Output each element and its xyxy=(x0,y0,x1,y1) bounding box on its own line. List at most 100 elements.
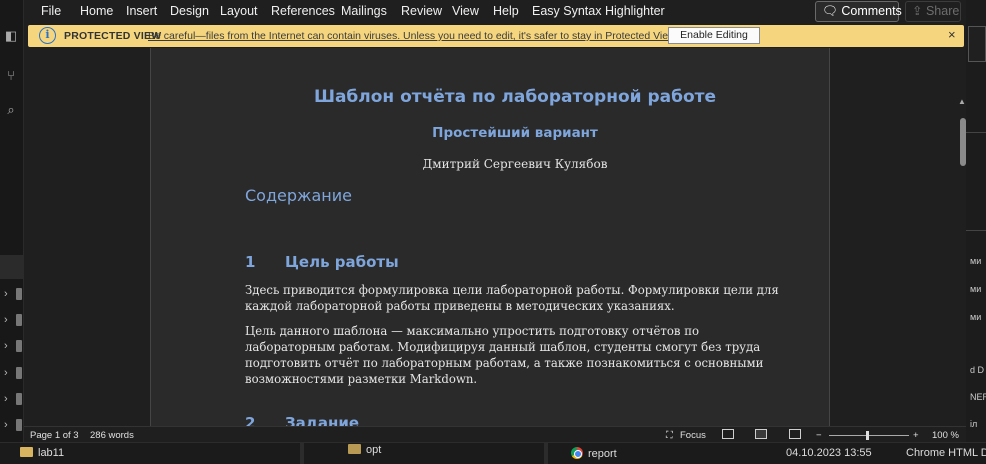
document-subtitle: Простейший вариант xyxy=(432,125,598,141)
list-item[interactable]: ми xyxy=(970,256,981,266)
folder-label: lab11 xyxy=(38,447,65,459)
focus-icon[interactable]: ⛶ xyxy=(666,430,673,441)
menu-mailings[interactable]: Mailings xyxy=(341,4,387,18)
zoom-level[interactable]: 100 % xyxy=(932,430,959,441)
toc-heading: Содержание xyxy=(245,186,352,205)
paragraph: Здесь приводится формулировка цели лабор… xyxy=(245,282,785,314)
share-button[interactable]: ⇪ Share xyxy=(905,1,961,22)
divider xyxy=(300,443,304,464)
file-type: Chrome HTML Do xyxy=(906,447,986,459)
file-date: 04.10.2023 13:55 xyxy=(786,447,872,459)
comments-label: Comments xyxy=(841,4,902,18)
folder-item[interactable]: opt xyxy=(348,444,381,456)
section-heading: 1 Цель работы xyxy=(245,253,399,271)
folder-item[interactable]: lab11 xyxy=(20,447,64,459)
info-icon: i xyxy=(39,27,56,44)
list-item[interactable]: іл xyxy=(970,419,977,429)
background-taskbar: lab11 opt report 04.10.2023 13:55 Chrome… xyxy=(0,442,986,464)
folder-label: opt xyxy=(366,444,382,456)
vertical-scrollbar[interactable]: ▲ ▼ xyxy=(958,96,966,426)
divider xyxy=(544,443,548,464)
print-layout-icon[interactable] xyxy=(755,429,767,439)
list-item[interactable]: ми xyxy=(970,284,981,294)
chevron-right-icon[interactable]: › xyxy=(4,314,8,326)
paragraph-line: подготовить отчёт по лабораторным работа… xyxy=(245,356,764,370)
close-icon[interactable]: × xyxy=(948,28,956,42)
zoom-slider[interactable] xyxy=(829,435,909,436)
menu-help[interactable]: Help xyxy=(493,4,519,18)
comment-icon: 🗨 xyxy=(822,4,838,18)
folder-icon xyxy=(20,447,33,457)
document-area[interactable]: Шаблон отчёта по лабораторной работе Про… xyxy=(24,48,966,426)
status-bar: Page 1 of 3 286 words ⛶ Focus − + 100 % xyxy=(24,426,966,442)
paragraph: Цель данного шаблона — максимально упрос… xyxy=(245,323,785,387)
section-title: Задание xyxy=(285,414,360,426)
sidebar-toggle-icon[interactable]: ◧ xyxy=(3,28,19,44)
menu-layout[interactable]: Layout xyxy=(220,4,258,18)
panel-box xyxy=(968,26,986,62)
protected-view-message[interactable]: Be careful—files from the Internet can c… xyxy=(148,30,678,42)
share-icon: ⇪ xyxy=(912,4,923,18)
folder-icon xyxy=(348,444,361,454)
web-layout-icon[interactable] xyxy=(789,429,801,439)
paragraph-line: Цель данного шаблона — максимально упрос… xyxy=(245,324,700,338)
document-title: Шаблон отчёта по лабораторной работе xyxy=(313,87,717,107)
divider xyxy=(966,132,986,133)
menu-home[interactable]: Home xyxy=(80,4,113,18)
file-label: report xyxy=(588,448,617,460)
enable-editing-button[interactable]: Enable Editing xyxy=(668,27,760,44)
document-page[interactable]: Шаблон отчёта по лабораторной работе Про… xyxy=(150,48,830,426)
screen: { "word": { "menu": ["File", "Home", "In… xyxy=(0,0,986,464)
menu-easy-syntax-highlighter[interactable]: Easy Syntax Highlighter xyxy=(532,4,665,18)
word-window: File Home Insert Design Layout Reference… xyxy=(24,0,966,442)
list-item[interactable]: d D xyxy=(970,365,984,375)
file-icon xyxy=(16,288,22,300)
paragraph-line: возможностями разметки Markdown. xyxy=(245,372,478,386)
menu-bar: File Home Insert Design Layout Reference… xyxy=(24,0,966,24)
menu-design[interactable]: Design xyxy=(170,4,209,18)
chevron-right-icon[interactable]: › xyxy=(4,393,8,405)
scroll-thumb[interactable] xyxy=(960,118,966,166)
menu-file[interactable]: File xyxy=(41,4,61,18)
menu-review[interactable]: Review xyxy=(401,4,442,18)
search-icon[interactable]: ⌕ xyxy=(3,102,19,118)
menu-view[interactable]: View xyxy=(452,4,479,18)
paragraph-line: лабораторным работам. Модифицируя данный… xyxy=(245,340,761,354)
zoom-slider-thumb[interactable] xyxy=(866,431,869,440)
file-item[interactable]: report xyxy=(571,447,617,460)
menu-references[interactable]: References xyxy=(271,4,335,18)
source-control-icon[interactable]: ⑂ xyxy=(3,68,19,84)
comments-button[interactable]: 🗨 Comments xyxy=(815,1,902,22)
list-item[interactable]: ми xyxy=(970,312,981,322)
page-count[interactable]: Page 1 of 3 xyxy=(30,430,79,441)
file-icon xyxy=(16,367,22,379)
zoom-in-button[interactable]: + xyxy=(913,430,919,441)
chevron-right-icon[interactable]: › xyxy=(4,288,8,300)
section-title: Цель работы xyxy=(285,253,399,271)
selected-row xyxy=(0,255,24,279)
share-label: Share xyxy=(925,4,960,18)
file-icon xyxy=(16,314,22,326)
focus-label[interactable]: Focus xyxy=(680,430,706,441)
section-number: 2 xyxy=(245,414,256,426)
paragraph-line: каждой лабораторной работы приведены в м… xyxy=(245,299,675,313)
menu-insert[interactable]: Insert xyxy=(126,4,157,18)
read-mode-icon[interactable] xyxy=(722,429,734,439)
word-count[interactable]: 286 words xyxy=(90,430,134,441)
chevron-right-icon[interactable]: › xyxy=(4,340,8,352)
file-icon xyxy=(16,419,22,431)
zoom-out-button[interactable]: − xyxy=(816,430,822,441)
protected-view-title: PROTECTED VIEW xyxy=(64,30,162,42)
file-icon xyxy=(16,393,22,405)
file-icon xyxy=(16,340,22,352)
paragraph-line: Здесь приводится формулировка цели лабор… xyxy=(245,283,779,297)
list-item[interactable]: NER xyxy=(970,392,986,402)
chrome-icon xyxy=(571,447,583,459)
background-app-strip: ми ми ми d D NER іл xyxy=(966,0,986,464)
chevron-right-icon[interactable]: › xyxy=(4,367,8,379)
scroll-up-icon[interactable]: ▲ xyxy=(958,98,966,106)
background-editor-sidebar: ◧ ⑂ ⌕ › › › › › › xyxy=(0,0,24,464)
divider xyxy=(966,230,986,231)
chevron-right-icon[interactable]: › xyxy=(4,419,8,431)
section-number: 1 xyxy=(245,253,256,271)
